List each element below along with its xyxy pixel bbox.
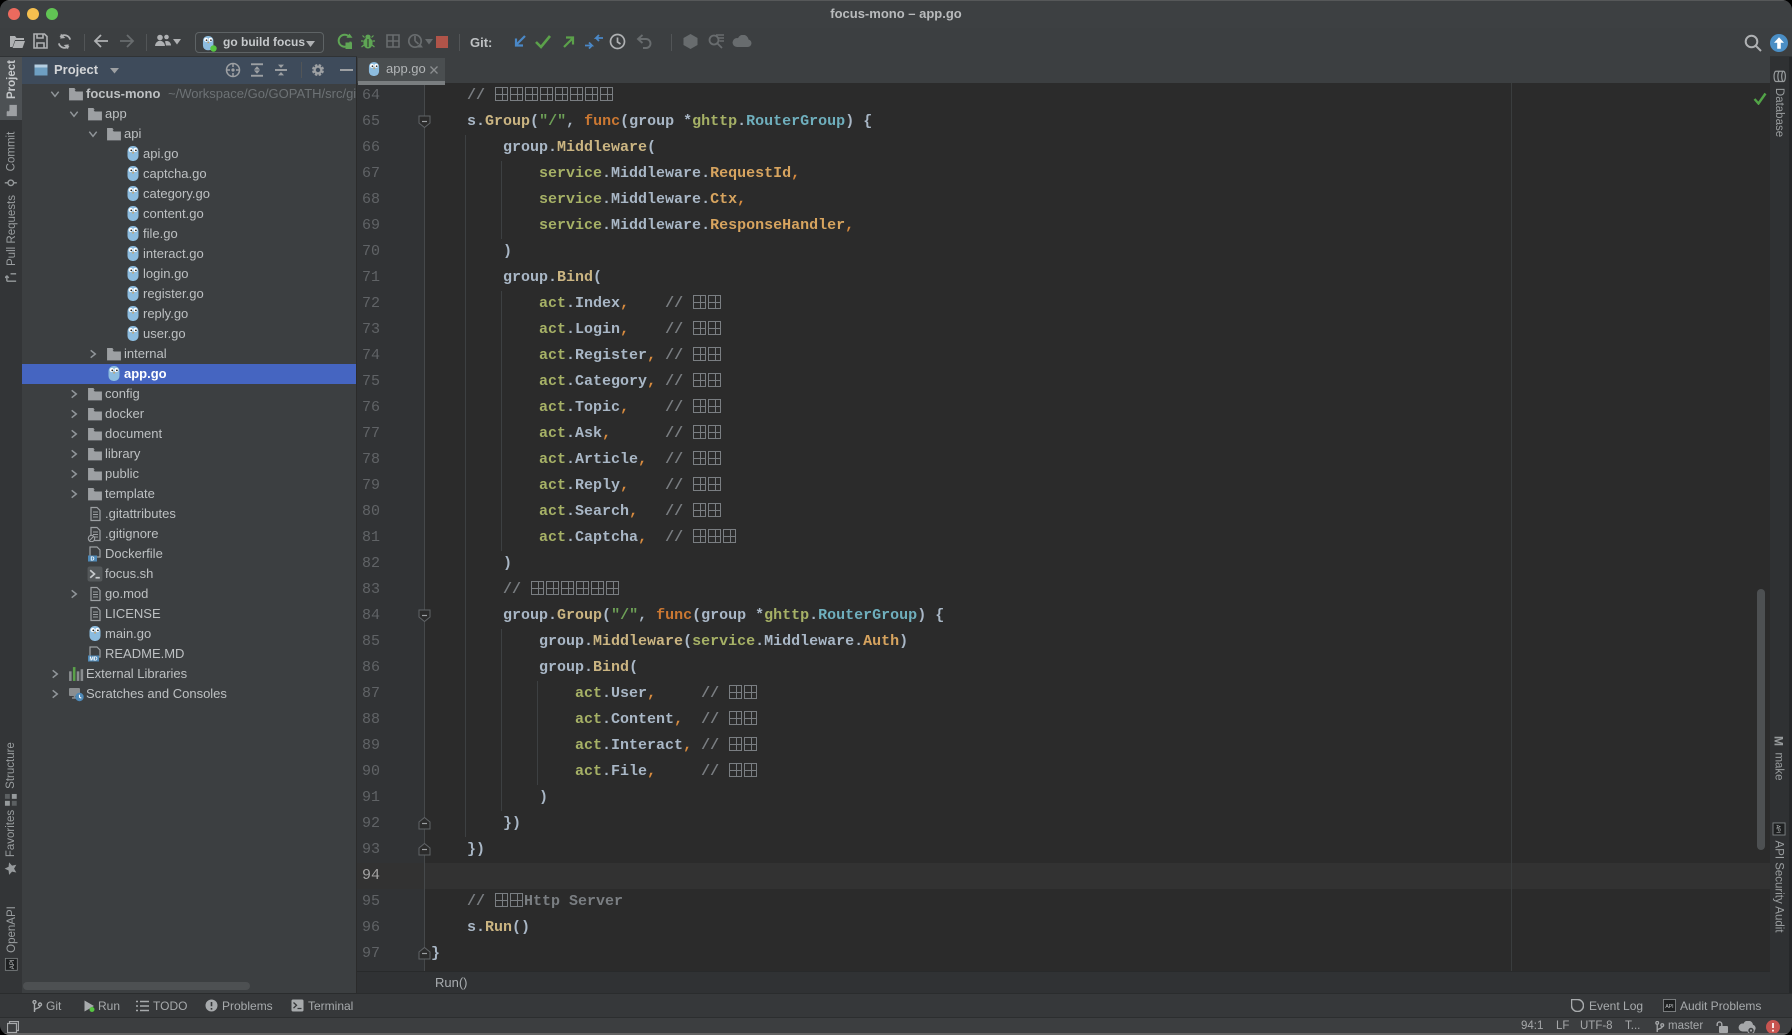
svg-text:API: API: [1775, 824, 1781, 832]
svg-text:MD: MD: [89, 657, 97, 662]
svg-text:API: API: [1665, 1004, 1673, 1010]
svg-text:D: D: [91, 557, 95, 562]
svg-text:API: API: [10, 959, 16, 969]
svg-text:M: M: [1773, 735, 1786, 745]
